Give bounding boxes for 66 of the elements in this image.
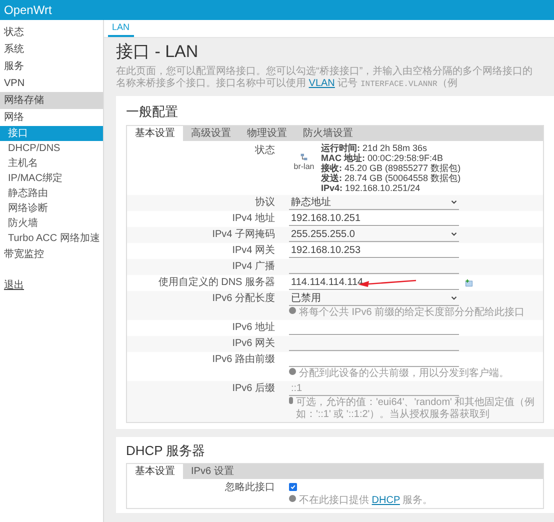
hint-text: 可选，允许的值：'eui64'、'random' 和其他固定值（例如：'::1' 或 '::1:2'）。当从授权服务器获取到 — [296, 396, 536, 420]
sidebar-item[interactable]: VPN — [0, 75, 103, 92]
input-field[interactable]: 192.168.10.251 — [289, 212, 459, 226]
sidebar-item[interactable]: 带宽监控 — [0, 246, 103, 263]
tab[interactable]: 高级设置 — [183, 126, 239, 140]
sidebar-subitem[interactable]: IP/MAC绑定 — [0, 171, 103, 186]
sidebar-subitem[interactable]: 防火墙 — [0, 216, 103, 231]
field-label: IPv4 广播 — [231, 260, 276, 274]
device-name: br-lan — [294, 160, 314, 172]
page-description: 在此页面，您可以配置网络接口。您可以勾选“桥接接口”，并输入由空格分隔的多个网络接口的名称来桥接多个接口。接口名称中可以使用 VLAN 记号 INTERFACE.VLANNR（例 — [116, 66, 534, 91]
checkbox[interactable] — [289, 483, 297, 491]
field-label: IPv6 地址 — [231, 320, 276, 335]
hint-text: 不在此接口提供 DHCP 服务。 — [299, 495, 433, 507]
select-field[interactable]: 255.255.255.0 — [289, 228, 459, 242]
tab[interactable]: IPv6 设置 — [183, 464, 242, 479]
select-field[interactable]: 静态地址 — [289, 196, 459, 210]
add-icon[interactable] — [465, 278, 473, 286]
logout-link[interactable]: 退出 — [0, 277, 28, 294]
sidebar-subitem[interactable]: 静态路由 — [0, 186, 103, 201]
sidebar-item[interactable]: 网络存储 — [0, 92, 103, 109]
input-field[interactable]: 114.114.114.114 — [289, 276, 459, 290]
field-label: IPv4 网关 — [231, 244, 276, 258]
caret-icon — [451, 295, 457, 301]
caret-icon — [451, 199, 457, 205]
field-label: 协议 — [254, 196, 276, 210]
tab[interactable]: 基本设置 — [127, 464, 183, 479]
section-title: 一般配置 — [126, 103, 179, 121]
help-icon — [289, 396, 293, 404]
field-label: IPv6 网关 — [231, 336, 276, 351]
field-label: IPv6 分配长度 — [211, 292, 276, 306]
sidebar-subitem[interactable]: Turbo ACC 网络加速 — [0, 231, 103, 246]
caret-icon — [451, 231, 457, 237]
network-icon — [300, 152, 308, 160]
field-label: IPv4 地址 — [231, 212, 276, 226]
field-label: 忽略此接口 — [224, 480, 276, 494]
sidebar-subitem[interactable]: 网络诊断 — [0, 201, 103, 216]
tab[interactable]: 防火墙设置 — [295, 126, 361, 140]
field-label: IPv6 后缀 — [231, 382, 276, 396]
hint-text: 分配到此设备的公共前缀，用以分发到客户端。 — [299, 368, 509, 380]
hint-text: 将每个公共 IPv6 前缀的给定长度部分分配给此接口 — [299, 306, 525, 318]
help-icon — [289, 495, 296, 502]
tab[interactable]: 基本设置 — [127, 126, 183, 140]
status-line: 发送: 28.74 GB (50064558 数据包) — [321, 172, 461, 182]
field-label: 状态 — [254, 144, 276, 158]
status-line: 运行时间: 21d 2h 58m 36s — [321, 142, 428, 152]
sidebar-item[interactable]: 状态 — [0, 24, 103, 41]
field-label: IPv4 子网掩码 — [211, 228, 276, 242]
sidebar-item[interactable]: 系统 — [0, 41, 103, 58]
help-icon — [289, 306, 296, 314]
status-line: 接收: 45.20 GB (89855277 数据包) — [321, 162, 461, 172]
status-line: MAC 地址: 00:0C:29:58:9F:4B — [321, 152, 444, 162]
sidebar-item[interactable]: 网络 — [0, 109, 103, 126]
sidebar-subitem[interactable]: 主机名 — [0, 156, 103, 171]
sidebar-subitem[interactable]: DHCP/DNS — [0, 141, 103, 156]
input-field[interactable]: 192.168.10.253 — [289, 244, 459, 258]
help-icon — [289, 368, 296, 374]
page-title: 接口 - LAN — [116, 41, 200, 63]
link[interactable]: VLAN — [308, 78, 335, 89]
select-field[interactable]: 已禁用 — [289, 292, 459, 306]
link[interactable]: DHCP — [372, 495, 400, 506]
sidebar-item[interactable]: 服务 — [0, 58, 103, 75]
tab[interactable]: 物理设置 — [239, 126, 295, 140]
field-label: 使用自定义的 DNS 服务器 — [157, 276, 276, 290]
status-line: IPv4: 192.168.10.251/24 — [321, 182, 420, 192]
section-title: DHCP 服务器 — [126, 442, 206, 460]
field-label: IPv6 路由前缀 — [211, 352, 276, 367]
